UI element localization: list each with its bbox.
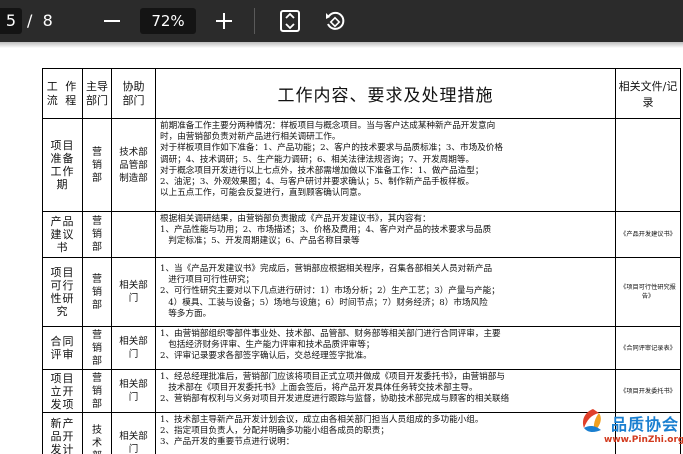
stage-cell: 新产品开发计划	[43, 413, 83, 454]
procedure-table: 工 作 流 程 主导 部门 协助 部门 工作内容、要求及处理措施 相关文件/记录…	[42, 68, 681, 454]
content-cell: 根据相关调研结果，由营销部负责撤成《产品开发建议书》，其内容有： 1、产品性能与…	[156, 212, 616, 257]
assist-cell: 相关部门	[112, 258, 156, 326]
table-row: 合同评审 营销部 相关部门 1、由营销部组织零部件事业处、技术部、品管部、财务部…	[43, 327, 681, 370]
page-count: / 8	[27, 8, 53, 34]
dept-cell: 营销部	[83, 258, 112, 326]
zoom-in-button[interactable]	[210, 7, 238, 35]
rotate-icon	[326, 11, 345, 30]
pdf-toolbar: 5 / 8 72%	[0, 0, 683, 42]
header-stage: 工 作 流 程	[43, 69, 83, 118]
ref-cell: 《项目开发委托书》	[616, 370, 681, 412]
header-assist: 协助 部门	[112, 69, 156, 118]
ref-cell	[616, 119, 681, 211]
assist-cell: 相关部门	[112, 370, 156, 412]
pinzhi-logo: 品质协会 www.PinZhi.org	[575, 409, 683, 452]
stage-cell: 项目可行性研究	[43, 258, 83, 326]
logo-url: www.PinZhi.org	[604, 435, 683, 445]
header-content: 工作内容、要求及处理措施	[156, 69, 616, 118]
content-cell: 1、当《产品开发建议书》完成后，营销部应根据相关程序，召集各部相关人员对新产品 …	[156, 258, 616, 326]
logo-name: 品质协会	[611, 415, 680, 434]
dept-cell: 营销部	[83, 212, 112, 257]
stage-cell: 合同评审	[43, 327, 83, 369]
content-cell: 前期准备工作主要分两种情况：样板项目与概念项目。当与客户达成某种新产品开发意向 …	[156, 119, 616, 211]
plus-icon	[216, 13, 232, 29]
minus-icon	[104, 20, 120, 22]
stage-cell: 项目立开发项	[43, 370, 83, 412]
toolbar-divider	[254, 8, 255, 34]
header-dept: 主导 部门	[83, 69, 112, 118]
page-number-input[interactable]: 5	[0, 8, 22, 34]
ref-cell: 《项目可行性研究报告》	[616, 258, 681, 326]
assist-cell	[112, 212, 156, 257]
page-separator: /	[27, 11, 33, 30]
assist-cell: 技术部 品管部 制造部	[112, 119, 156, 211]
toolbar-shadow	[0, 42, 683, 48]
stage-cell: 产品建议书	[43, 212, 83, 257]
content-cell: 1、技术部主导新产品开发计划会议，成立由各相关部门担当人员组成的多功能小组。 2…	[156, 413, 616, 454]
table-header-row: 工 作 流 程 主导 部门 协助 部门 工作内容、要求及处理措施 相关文件/记录	[43, 69, 681, 119]
assist-cell: 相关部门	[112, 327, 156, 369]
assist-cell: 相关部门	[112, 413, 156, 454]
content-cell: 1、经总经理批准后，营销部门应该将项目正式立项并做成《项目开发委托书》，由营销部…	[156, 370, 616, 412]
fit-to-page-button[interactable]	[276, 7, 304, 35]
rotate-button[interactable]	[321, 7, 349, 35]
table-row: 项目可行性研究 营销部 相关部门 1、当《产品开发建议书》完成后，营销部应根据相…	[43, 258, 681, 327]
dept-cell: 营销部	[83, 327, 112, 369]
header-refs: 相关文件/记录	[616, 69, 681, 118]
table-row: 产品建议书 营销部 根据相关调研结果，由营销部负责撤成《产品开发建议书》，其内容…	[43, 212, 681, 258]
fit-page-icon	[280, 10, 300, 32]
ref-cell: 《合同评审记录表》	[616, 327, 681, 369]
total-pages: 8	[42, 11, 53, 30]
document-page[interactable]: 工 作 流 程 主导 部门 协助 部门 工作内容、要求及处理措施 相关文件/记录…	[0, 42, 683, 454]
dept-cell: 营销部	[83, 119, 112, 211]
ref-cell: 《产品开发建议书》	[616, 212, 681, 257]
zoom-out-button[interactable]	[98, 7, 126, 35]
logo-emblem-icon	[583, 409, 601, 433]
table-row: 项目准备工作期 营销部 技术部 品管部 制造部 前期准备工作主要分两种情况：样板…	[43, 119, 681, 212]
zoom-level-input[interactable]: 72%	[140, 8, 196, 34]
content-cell: 1、由营销部组织零部件事业处、技术部、品管部、财务部等相关部门进行合同评审，主要…	[156, 327, 616, 369]
dept-cell: 营销部	[83, 370, 112, 412]
stage-cell: 项目准备工作期	[43, 119, 83, 211]
dept-cell: 技术部	[83, 413, 112, 454]
